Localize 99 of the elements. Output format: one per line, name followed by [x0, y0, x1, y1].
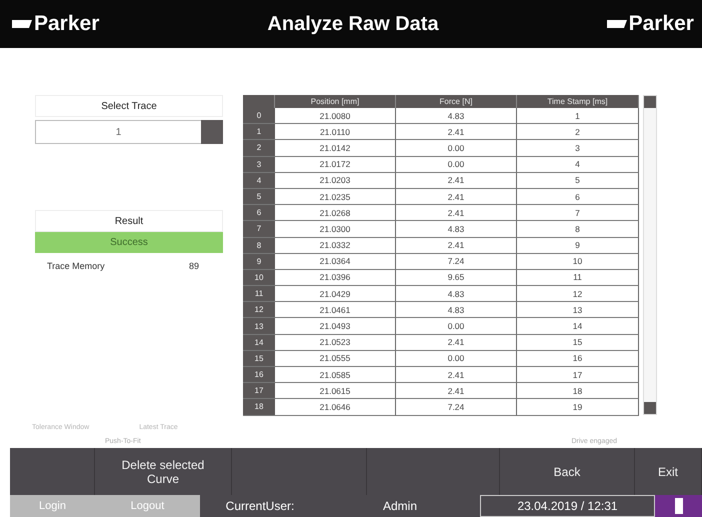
scroll-up-button[interactable] [644, 96, 656, 108]
row-index: 5 [243, 188, 275, 206]
table-cell: 2 [517, 124, 639, 140]
row-index: 8 [243, 238, 275, 254]
user-name: Admin [320, 495, 480, 517]
table-cell: 21.0080 [275, 108, 396, 124]
corner-header [243, 95, 275, 108]
table-cell: 2.41 [396, 238, 517, 254]
row-index: 15 [243, 350, 275, 367]
table-cell: 21.0493 [275, 318, 396, 335]
table-cell: 21.0585 [275, 367, 396, 384]
column-header: Time Stamp [ms] [517, 95, 639, 108]
row-index: 4 [243, 172, 275, 189]
row-index: 13 [243, 318, 275, 335]
table-cell: 21.0461 [275, 302, 396, 318]
row-index: 7 [243, 221, 275, 238]
table-cell: 5 [517, 172, 639, 189]
row-index: 10 [243, 270, 275, 286]
table-cell: 13 [517, 302, 639, 318]
table-cell: 12 [517, 286, 639, 302]
table-cell: 21.0429 [275, 286, 396, 302]
table-cell: 0.00 [396, 140, 517, 157]
table-cell: 21.0523 [275, 334, 396, 351]
table-cell: 4.83 [396, 302, 517, 318]
table-cell: 2.41 [396, 367, 517, 384]
table-cell: 21.0555 [275, 350, 396, 367]
table-cell: 17 [517, 367, 639, 384]
date-time: 23.04.2019 / 12:31 [480, 495, 655, 517]
result-label: Result [35, 210, 223, 232]
table-cell: 21.0300 [275, 221, 396, 238]
row-index: 18 [243, 399, 275, 416]
logo-text: Parker [34, 12, 100, 36]
table-cell: 0.00 [396, 350, 517, 367]
table-cell: 3 [517, 140, 639, 157]
table-cell: 11 [517, 270, 639, 286]
table-cell: 0.00 [396, 156, 517, 173]
trace-picker-button[interactable] [201, 120, 223, 144]
indicator-icon [674, 498, 682, 514]
table-cell: 8 [517, 221, 639, 238]
row-index: 1 [243, 124, 275, 140]
row-index: 2 [243, 140, 275, 157]
row-index: 9 [243, 254, 275, 270]
table-cell: 19 [517, 399, 639, 416]
result-status: Success [35, 232, 223, 253]
table-cell: 0.00 [396, 318, 517, 335]
column-header: Force [N] [396, 95, 517, 108]
table-cell: 21.0203 [275, 172, 396, 189]
trace-field[interactable]: 1 [35, 120, 201, 144]
table-cell: 1 [517, 108, 639, 124]
row-index: 16 [243, 367, 275, 384]
table-cell: 2.41 [396, 172, 517, 189]
table-cell: 16 [517, 350, 639, 367]
table-cell: 7.24 [396, 399, 517, 416]
trace-memory-value: 89 [188, 261, 199, 271]
table-cell: 21.0110 [275, 124, 396, 140]
logo-chevron-icon [12, 20, 32, 28]
row-index: 17 [243, 383, 275, 400]
current-user-label: CurrentUser: [200, 495, 320, 517]
table-cell: 21.0332 [275, 238, 396, 254]
table-cell: 2.41 [396, 205, 517, 222]
table-cell: 21.0172 [275, 156, 396, 173]
table-cell: 4 [517, 156, 639, 173]
table-cell: 21.0615 [275, 383, 396, 400]
table-cell: 21.0396 [275, 270, 396, 286]
table-cell: 14 [517, 318, 639, 335]
table-cell: 2.41 [396, 188, 517, 206]
scroll-down-button[interactable] [644, 402, 656, 414]
table-cell: 7.24 [396, 254, 517, 270]
table-cell: 21.0646 [275, 399, 396, 416]
table-cell: 6 [517, 188, 639, 206]
select-trace-label: Select Trace [35, 95, 223, 117]
row-index: 0 [243, 108, 275, 124]
logo-text: Parker [628, 12, 694, 36]
table-cell: 4.83 [396, 108, 517, 124]
scrollbar[interactable] [643, 95, 657, 415]
logo-chevron-icon [606, 20, 627, 28]
table-cell: 7 [517, 205, 639, 222]
page-title: Analyze Raw Data [267, 12, 439, 36]
table-cell: 4.83 [396, 286, 517, 302]
table-cell: 18 [517, 383, 639, 400]
table-cell: 21.0142 [275, 140, 396, 157]
table-cell: 9.65 [396, 270, 517, 286]
table-cell: 2.41 [396, 124, 517, 140]
table-cell: 2.41 [396, 383, 517, 400]
column-header: Position [mm] [275, 95, 396, 108]
table-cell: 10 [517, 254, 639, 270]
table-cell: 21.0235 [275, 188, 396, 206]
row-index: 12 [243, 302, 275, 318]
row-index: 3 [243, 156, 275, 173]
table-cell: 9 [517, 238, 639, 254]
table-cell: 21.0364 [275, 254, 396, 270]
table-cell: 2.41 [396, 334, 517, 351]
row-index: 14 [243, 334, 275, 351]
table-cell: 15 [517, 334, 639, 351]
row-index: 11 [243, 286, 275, 302]
table-cell: 21.0268 [275, 205, 396, 222]
trace-memory-label: Trace Memory [47, 261, 105, 271]
row-index: 6 [243, 205, 275, 222]
table-cell: 4.83 [396, 221, 517, 238]
